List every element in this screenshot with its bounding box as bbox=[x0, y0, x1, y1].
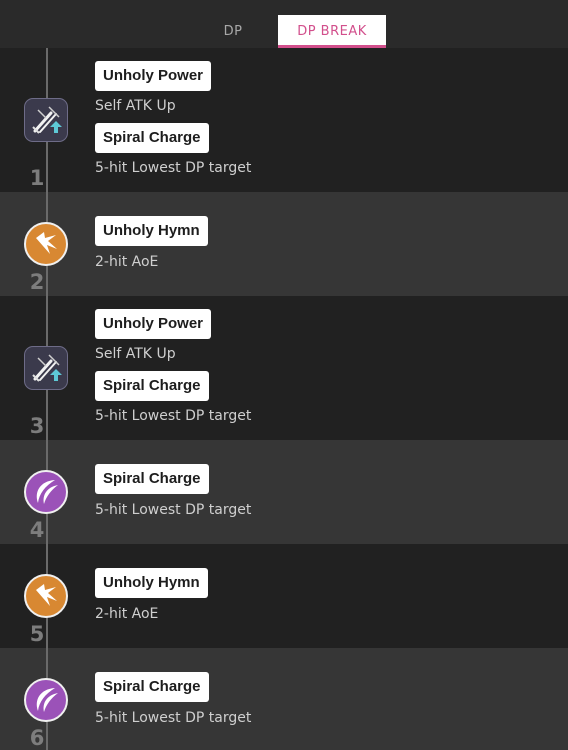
action-row-2: 2 Unholy Hymn 2-hit AoE bbox=[0, 192, 568, 296]
skill-desc: 5-hit Lowest DP target bbox=[95, 408, 252, 424]
turn-number: 4 bbox=[29, 518, 45, 542]
skill-name[interactable]: Spiral Charge bbox=[95, 464, 209, 494]
skill-desc: Self ATK Up bbox=[95, 346, 176, 362]
turn-number: 5 bbox=[29, 622, 45, 646]
tab-bar: DP DP BREAK bbox=[0, 0, 568, 48]
action-row-5: 5 Unholy Hymn 2-hit AoE bbox=[0, 544, 568, 648]
turn-number: 2 bbox=[29, 270, 45, 294]
action-row-1: 1 Unholy Power Self ATK Up Spiral Charge… bbox=[0, 48, 568, 192]
claw-burst-icon bbox=[24, 222, 68, 266]
skill-name[interactable]: Unholy Power bbox=[95, 61, 212, 91]
action-row-6: 6 Spiral Charge 5-hit Lowest DP target bbox=[0, 648, 568, 750]
skill-name[interactable]: Unholy Power bbox=[95, 309, 212, 339]
skill-name[interactable]: Spiral Charge bbox=[95, 371, 209, 401]
tab-dp[interactable]: DP bbox=[200, 15, 266, 48]
skill-name[interactable]: Unholy Hymn bbox=[95, 216, 208, 246]
skill-desc: 5-hit Lowest DP target bbox=[95, 502, 252, 518]
crescent-slash-icon bbox=[24, 470, 68, 514]
sword-buff-icon bbox=[24, 346, 68, 390]
skill-desc: 2-hit AoE bbox=[95, 606, 159, 622]
skill-name[interactable]: Unholy Hymn bbox=[95, 568, 208, 598]
action-row-4: 4 Spiral Charge 5-hit Lowest DP target bbox=[0, 440, 568, 544]
sword-buff-icon bbox=[24, 98, 68, 142]
turn-number: 3 bbox=[29, 414, 45, 438]
skill-name[interactable]: Spiral Charge bbox=[95, 123, 209, 153]
turn-number: 1 bbox=[29, 166, 45, 190]
skill-desc: 2-hit AoE bbox=[95, 254, 159, 270]
action-row-3: 3 Unholy Power Self ATK Up Spiral Charge… bbox=[0, 296, 568, 440]
skill-desc: 5-hit Lowest DP target bbox=[95, 160, 252, 176]
turn-number: 6 bbox=[29, 726, 45, 750]
skill-desc: Self ATK Up bbox=[95, 98, 176, 114]
skill-desc: 5-hit Lowest DP target bbox=[95, 710, 252, 726]
tab-dp-break[interactable]: DP BREAK bbox=[278, 15, 386, 48]
crescent-slash-icon bbox=[24, 678, 68, 722]
claw-burst-icon bbox=[24, 574, 68, 618]
skill-name[interactable]: Spiral Charge bbox=[95, 672, 209, 702]
